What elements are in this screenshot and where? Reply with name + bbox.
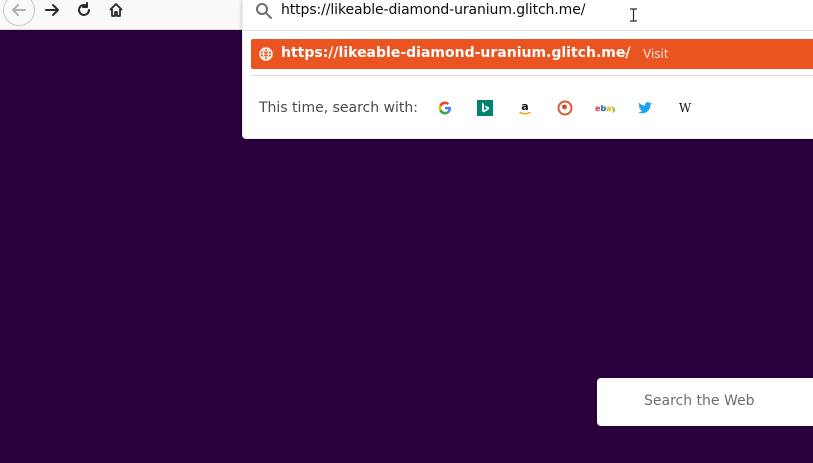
amazon-search-button[interactable]: a bbox=[515, 98, 535, 118]
web-search-box[interactable]: Search the Web bbox=[597, 378, 813, 426]
reload-button[interactable] bbox=[68, 0, 100, 26]
arrow-right-icon bbox=[45, 4, 59, 16]
google-search-button[interactable] bbox=[435, 98, 455, 118]
divider bbox=[243, 30, 813, 31]
wikipedia-icon: W bbox=[679, 101, 692, 115]
divider bbox=[251, 75, 813, 76]
suggestion-row-visit[interactable]: https://likeable-diamond-uranium.glitch.… bbox=[251, 39, 813, 69]
bing-icon bbox=[477, 100, 493, 116]
arrow-left-icon bbox=[12, 4, 26, 16]
web-search-placeholder: Search the Web bbox=[644, 393, 755, 409]
wikipedia-search-button[interactable]: W bbox=[675, 98, 695, 118]
urlbar-dropdown-panel: https://likeable-diamond-uranium.glitch.… bbox=[242, 0, 813, 139]
url-text[interactable]: https://likeable-diamond-uranium.glitch.… bbox=[281, 2, 585, 18]
search-icon bbox=[256, 3, 272, 19]
google-icon bbox=[438, 101, 451, 115]
svg-text:W: W bbox=[679, 101, 692, 115]
svg-text:ebay: ebay bbox=[595, 104, 615, 113]
svg-text:a: a bbox=[521, 100, 528, 113]
forward-button[interactable] bbox=[36, 0, 68, 26]
suggestion-separator: — bbox=[616, 46, 628, 60]
ebay-search-button[interactable]: ebay bbox=[595, 98, 615, 118]
oneoff-search-label: This time, search with: bbox=[259, 100, 418, 116]
home-button[interactable] bbox=[100, 0, 132, 26]
suggestion-action: Visit bbox=[643, 47, 669, 61]
text-cursor-icon bbox=[630, 8, 637, 22]
reload-icon bbox=[78, 2, 90, 16]
globe-icon bbox=[259, 47, 273, 61]
twitter-icon bbox=[638, 102, 652, 114]
suggestion-url: https://likeable-diamond-uranium.glitch.… bbox=[281, 45, 631, 61]
duckduckgo-search-button[interactable] bbox=[555, 98, 575, 118]
amazon-icon: a bbox=[519, 100, 531, 115]
back-button[interactable] bbox=[3, 0, 35, 26]
twitter-search-button[interactable] bbox=[635, 98, 655, 118]
home-icon bbox=[109, 3, 123, 17]
duckduckgo-icon bbox=[557, 100, 573, 116]
bing-search-button[interactable] bbox=[475, 98, 495, 118]
ebay-icon: ebay bbox=[595, 104, 615, 113]
url-input[interactable]: https://likeable-diamond-uranium.glitch.… bbox=[243, 0, 813, 27]
